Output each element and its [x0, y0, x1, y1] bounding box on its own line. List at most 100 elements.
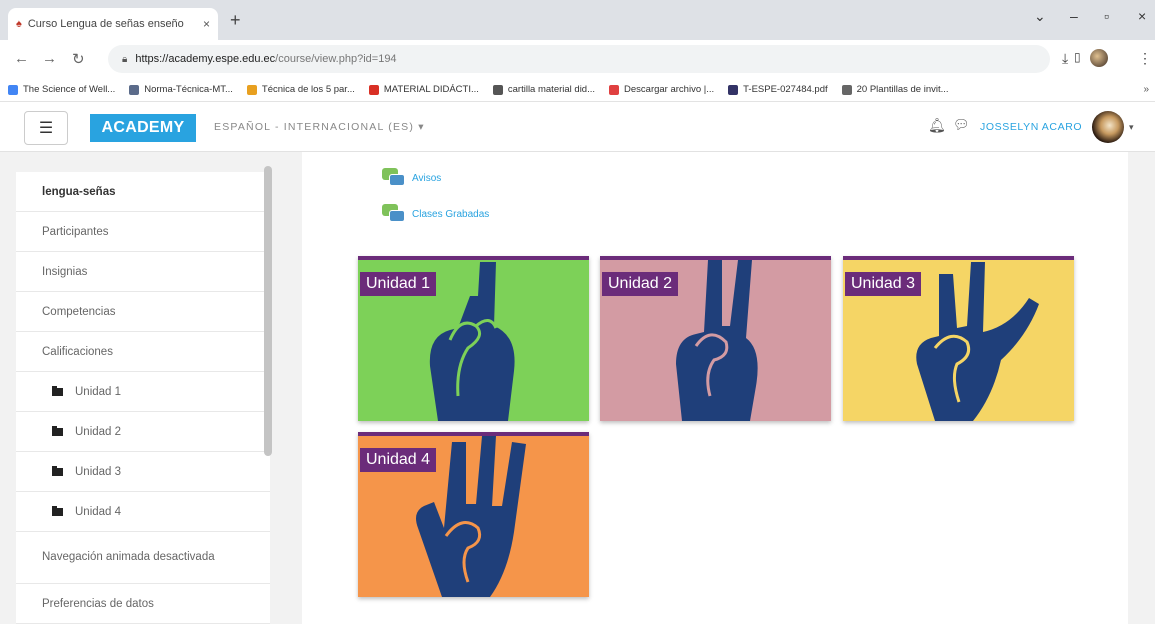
- brand-logo[interactable]: ACADEMY: [90, 114, 196, 142]
- folder-icon: [52, 465, 63, 476]
- sidepanel-icon[interactable]: ▯: [1074, 50, 1081, 64]
- nav-list: lengua-señas Participantes Insignias Compet…: [16, 172, 270, 624]
- lock-icon: 🔒︎: [122, 53, 128, 65]
- messages-chat-icon[interactable]: 💬︎: [953, 117, 970, 133]
- reload-icon[interactable]: ↻: [72, 50, 85, 68]
- bookmark-item[interactable]: Técnica de los 5 par...: [246, 84, 355, 95]
- bookmark-favicon-icon: [129, 84, 140, 95]
- sidebar-item-label: Navegación animada desactivada: [42, 551, 215, 563]
- site-navbar: ☰ ACADEMY ESPAÑOL - INTERNACIONAL (ES) ▾…: [0, 102, 1155, 152]
- course-content: Avisos Clases Grabadas Unidad 1 Unidad 2: [302, 152, 1128, 624]
- forum-icon: [382, 168, 406, 188]
- notifications-bell-icon[interactable]: 🔔︎: [928, 117, 946, 134]
- browser-tab[interactable]: ♠ Curso Lengua de señas enseño ×: [8, 8, 218, 40]
- scrollbar-thumb[interactable]: [264, 166, 272, 456]
- tab-search-icon[interactable]: ⌄: [1034, 8, 1046, 25]
- unit-card-label: Unidad 4: [360, 448, 437, 472]
- bookmark-label: T-ESPE-027484.pdf: [743, 84, 828, 95]
- bookmark-label: Descargar archivo |...: [624, 84, 715, 95]
- sidebar-item[interactable]: Preferencias de datos: [16, 584, 270, 624]
- course-nav-drawer: lengua-señas Participantes Insignias Compet…: [16, 172, 270, 624]
- sidebar-item[interactable]: Unidad 1: [16, 372, 270, 412]
- bookmark-label: cartilla material did...: [507, 84, 596, 95]
- download-icon[interactable]: ⤓: [1062, 50, 1068, 67]
- unit-card-3[interactable]: Unidad 3: [843, 256, 1074, 421]
- bookmark-label: Norma-Técnica-MT...: [144, 84, 233, 95]
- unit-card-label: Unidad 1: [360, 272, 437, 296]
- bookmark-favicon-icon: [728, 84, 739, 95]
- bookmark-label: Técnica de los 5 par...: [261, 84, 355, 95]
- user-name[interactable]: JOSSELYN ACARO: [980, 121, 1082, 133]
- forum-link-clases-grabadas[interactable]: Clases Grabadas: [382, 204, 489, 224]
- card-top-border: [843, 256, 1074, 260]
- bookmark-favicon-icon: [841, 84, 852, 95]
- avatar[interactable]: [1092, 111, 1124, 143]
- sidebar-item[interactable]: Competencias: [16, 292, 270, 332]
- menu-dots-icon[interactable]: ⋮: [1138, 50, 1152, 67]
- sidebar-item-label: Insignias: [42, 265, 88, 278]
- bookmark-favicon-icon: [8, 84, 18, 95]
- browser-profile-icon[interactable]: [1090, 49, 1108, 67]
- address-bar[interactable]: 🔒︎ https://academy.espe.edu.ec /course/v…: [108, 45, 1050, 73]
- forward-icon[interactable]: →: [42, 50, 57, 67]
- sidebar-scrollbar[interactable]: [262, 166, 274, 624]
- sidebar-item[interactable]: Navegación animada desactivada: [16, 532, 270, 584]
- bookmark-label: The Science of Well...: [23, 84, 116, 95]
- bookmark-favicon-icon: [492, 84, 503, 95]
- bookmark-item[interactable]: Descargar archivo |...: [609, 84, 714, 95]
- new-tab-button[interactable]: +: [230, 10, 241, 31]
- menu-toggle-button[interactable]: ☰: [24, 111, 68, 145]
- forum-link-label: Clases Grabadas: [412, 208, 490, 220]
- unit-card-1[interactable]: Unidad 1: [358, 256, 589, 421]
- sidebar-item[interactable]: Unidad 3: [16, 452, 270, 492]
- hamburger-icon: ☰: [38, 120, 54, 137]
- sidebar-item[interactable]: Insignias: [16, 252, 270, 292]
- sidebar-item[interactable]: Unidad 2: [16, 412, 270, 452]
- url-host: https://academy.espe.edu.ec: [135, 53, 276, 65]
- browser-tabstrip: ♠ Curso Lengua de señas enseño × + ⌄ – ▫…: [0, 0, 1155, 40]
- card-top-border: [358, 432, 589, 436]
- bookmark-item[interactable]: 20 Plantillas de invit...: [841, 84, 949, 95]
- unit-card-4[interactable]: Unidad 4: [358, 432, 589, 597]
- forum-link-avisos[interactable]: Avisos: [382, 168, 441, 188]
- folder-icon: [52, 385, 63, 396]
- unit-card-label: Unidad 2: [602, 272, 679, 296]
- sidebar-item-label: lengua-señas: [42, 185, 116, 198]
- back-icon[interactable]: ←: [14, 50, 29, 67]
- bookmark-item[interactable]: cartilla material did...: [492, 84, 596, 95]
- maximize-icon[interactable]: ▫: [1104, 8, 1109, 24]
- sidebar-item-label: Unidad 4: [75, 505, 122, 518]
- folder-icon: [52, 505, 63, 516]
- sidebar-item-label: Calificaciones: [42, 345, 113, 358]
- sidebar-item-label: Competencias: [42, 305, 116, 318]
- sidebar-item[interactable]: Unidad 4: [16, 492, 270, 532]
- bookmark-favicon-icon: [609, 84, 620, 95]
- close-window-icon[interactable]: ×: [1138, 8, 1146, 24]
- bookmarks-overflow-icon[interactable]: »: [1143, 84, 1149, 95]
- bookmark-item[interactable]: T-ESPE-027484.pdf: [728, 84, 828, 95]
- sidebar-item-label: Preferencias de datos: [42, 597, 154, 610]
- card-top-border: [600, 256, 831, 260]
- minimize-icon[interactable]: –: [1070, 8, 1078, 24]
- url-path: /course/view.php?id=194: [275, 53, 397, 65]
- moodle-favicon-icon: ♠: [16, 18, 22, 30]
- chevron-down-icon[interactable]: ▾: [1129, 122, 1134, 133]
- bookmark-item[interactable]: MATERIAL DIDÁCTI...: [368, 84, 479, 95]
- card-top-border: [358, 256, 589, 260]
- tab-close-icon[interactable]: ×: [203, 17, 210, 31]
- language-selector[interactable]: ESPAÑOL - INTERNACIONAL (ES) ▾: [214, 121, 425, 133]
- browser-toolbar: ← → ↻ 🔒︎ https://academy.espe.edu.ec /co…: [0, 40, 1155, 78]
- sidebar-item[interactable]: Participantes: [16, 212, 270, 252]
- bookmark-favicon-icon: [368, 84, 379, 95]
- sidebar-item[interactable]: Calificaciones: [16, 332, 270, 372]
- sidebar-item[interactable]: lengua-señas: [16, 172, 270, 212]
- sidebar-item-label: Unidad 3: [75, 465, 122, 478]
- sidebar-item-label: Unidad 1: [75, 385, 122, 398]
- bookmark-label: 20 Plantillas de invit...: [856, 84, 949, 95]
- tab-title: Curso Lengua de señas enseño: [27, 18, 184, 30]
- bookmark-item[interactable]: Norma-Técnica-MT...: [129, 84, 233, 95]
- forum-icon: [382, 204, 406, 224]
- bookmark-item[interactable]: The Science of Well...: [8, 84, 115, 95]
- forum-link-label: Avisos: [412, 172, 442, 184]
- unit-card-2[interactable]: Unidad 2: [600, 256, 831, 421]
